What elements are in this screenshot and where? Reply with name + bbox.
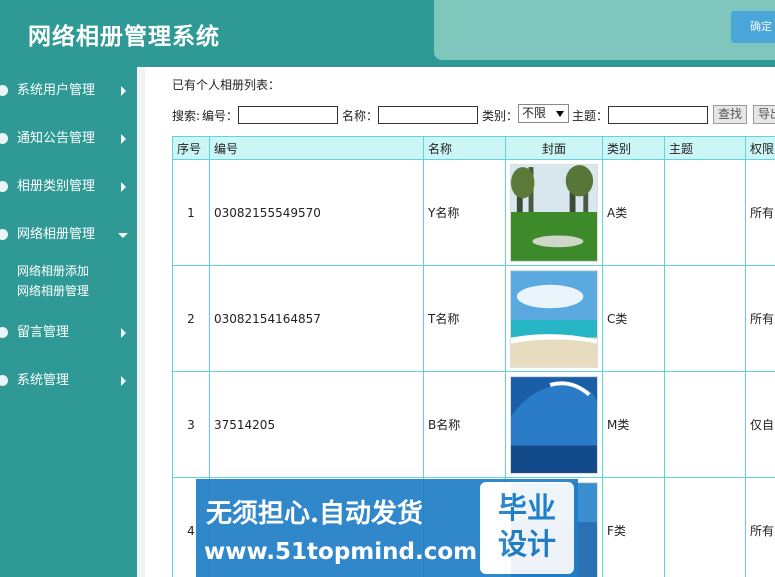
- sidebar-item-label: 系统用户管理: [17, 83, 96, 98]
- cell-cover: [505, 159, 603, 266]
- gear-icon: [0, 133, 8, 144]
- watermark-badge: 毕业 设计: [480, 482, 574, 574]
- sidebar-item-label: 留言管理: [17, 325, 70, 340]
- column-header-topic: 主题: [664, 136, 746, 160]
- cell-topic: [664, 159, 746, 266]
- column-header-category: 类别: [602, 136, 665, 160]
- cell-index: 3: [172, 371, 210, 478]
- sidebar-item-system-users[interactable]: 系统用户管理: [0, 76, 137, 106]
- cell-topic: [664, 265, 746, 372]
- number-input[interactable]: [238, 106, 338, 124]
- cover-image-wave[interactable]: [510, 375, 598, 474]
- top-header-bar: 网络相册管理系统: [0, 0, 775, 67]
- cell-category: A类: [602, 159, 665, 266]
- cell-number: 03082154164857: [209, 265, 424, 372]
- user-icon: [0, 85, 8, 96]
- column-header-index: 序号: [172, 136, 210, 160]
- cover-image-beach[interactable]: [510, 269, 598, 368]
- sidebar-item-label: 通知公告管理: [17, 131, 96, 146]
- picture-icon: [0, 229, 8, 240]
- number-label: 编号：: [202, 109, 239, 123]
- sidebar-item-albums[interactable]: 网络相册管理: [0, 220, 137, 250]
- column-header-number: 编号: [209, 136, 424, 160]
- cell-cover: [505, 265, 603, 372]
- name-label: 名称：: [342, 109, 379, 123]
- watermark-banner: 无须担心.自动发货 www.51topmind.com 毕业 设计: [196, 479, 578, 577]
- app-title: 网络相册管理系统: [28, 23, 220, 50]
- header-user-panel: [434, 0, 775, 60]
- search-prefix-label: 搜索:: [172, 109, 201, 123]
- category-label: 类别：: [482, 109, 519, 123]
- column-header-cover: 封面: [505, 136, 603, 160]
- sidebar-divider: [137, 67, 145, 577]
- header-confirm-button[interactable]: 确定: [731, 11, 775, 43]
- sidebar-item-label: 相册类别管理: [17, 179, 96, 194]
- table-row[interactable]: 2 03082154164857 T名称 C类 所有人: [172, 265, 775, 372]
- cell-name: B名称: [423, 371, 506, 478]
- sidebar-item-album-categories[interactable]: 相册类别管理: [0, 172, 137, 202]
- cover-image-park[interactable]: [510, 163, 598, 262]
- cell-name: Y名称: [423, 159, 506, 266]
- topic-label: 主题：: [572, 109, 609, 123]
- column-header-name: 名称: [423, 136, 506, 160]
- category-select[interactable]: 不限: [518, 104, 569, 123]
- cell-permission: 所有人: [745, 265, 775, 372]
- cell-name: T名称: [423, 265, 506, 372]
- cell-category: C类: [602, 265, 665, 372]
- watermark-badge-line1: 毕业: [497, 491, 556, 525]
- sidebar-item-system[interactable]: 系统管理: [0, 366, 137, 396]
- topic-input[interactable]: [608, 106, 708, 124]
- cell-index: 1: [172, 159, 210, 266]
- export-button[interactable]: 导出: [753, 105, 775, 124]
- cell-index: 2: [172, 265, 210, 372]
- chevron-right-icon: [121, 376, 126, 386]
- sidebar-subitem-album-manage[interactable]: 网络相册管理: [17, 282, 89, 299]
- category-selected-value: 不限: [522, 106, 547, 120]
- chevron-down-icon: [556, 111, 564, 117]
- cell-category: F类: [602, 477, 665, 577]
- watermark-slogan: 无须担心.自动发货: [206, 499, 424, 529]
- download-icon: [0, 181, 8, 192]
- chat-icon: [0, 327, 8, 338]
- cell-permission: 所有人: [745, 159, 775, 266]
- sidebar-item-label: 系统管理: [17, 373, 70, 388]
- sidebar: 系统用户管理 通知公告管理 相册类别管理 网络相册管理 网络相册添加 网络相册管…: [0, 67, 137, 577]
- cell-topic: [664, 371, 746, 478]
- cell-cover: [505, 371, 603, 478]
- column-header-permission: 权限: [745, 136, 775, 160]
- page-title: 已有个人相册列表：: [172, 78, 281, 92]
- sidebar-item-label: 网络相册管理: [17, 227, 96, 242]
- sidebar-item-notices[interactable]: 通知公告管理: [0, 124, 137, 154]
- cell-number: 37514205: [209, 371, 424, 478]
- chevron-right-icon: [121, 328, 126, 338]
- cell-category: M类: [602, 371, 665, 478]
- name-input[interactable]: [378, 106, 478, 124]
- sidebar-subitem-album-add[interactable]: 网络相册添加: [17, 262, 89, 279]
- cell-permission: 所有人: [745, 477, 775, 577]
- chevron-right-icon: [121, 86, 126, 96]
- settings-icon: [0, 375, 8, 386]
- table-row[interactable]: 3 37514205 B名称 M类 仅自己: [172, 371, 775, 478]
- cell-number: 03082155549570: [209, 159, 424, 266]
- cell-permission: 仅自己: [745, 371, 775, 478]
- watermark-url: www.51topmind.com: [204, 539, 478, 565]
- chevron-right-icon: [121, 182, 126, 192]
- watermark-badge-line2: 设计: [497, 527, 556, 561]
- table-header-row: 序号 编号 名称 封面 类别 主题 权限: [172, 136, 775, 160]
- chevron-down-icon: [118, 233, 128, 238]
- sidebar-item-messages[interactable]: 留言管理: [0, 318, 137, 348]
- chevron-right-icon: [121, 134, 126, 144]
- search-button[interactable]: 查找: [713, 105, 748, 124]
- cell-topic: [664, 477, 746, 577]
- table-row[interactable]: 1 03082155549570 Y名称 A类 所有人: [172, 159, 775, 266]
